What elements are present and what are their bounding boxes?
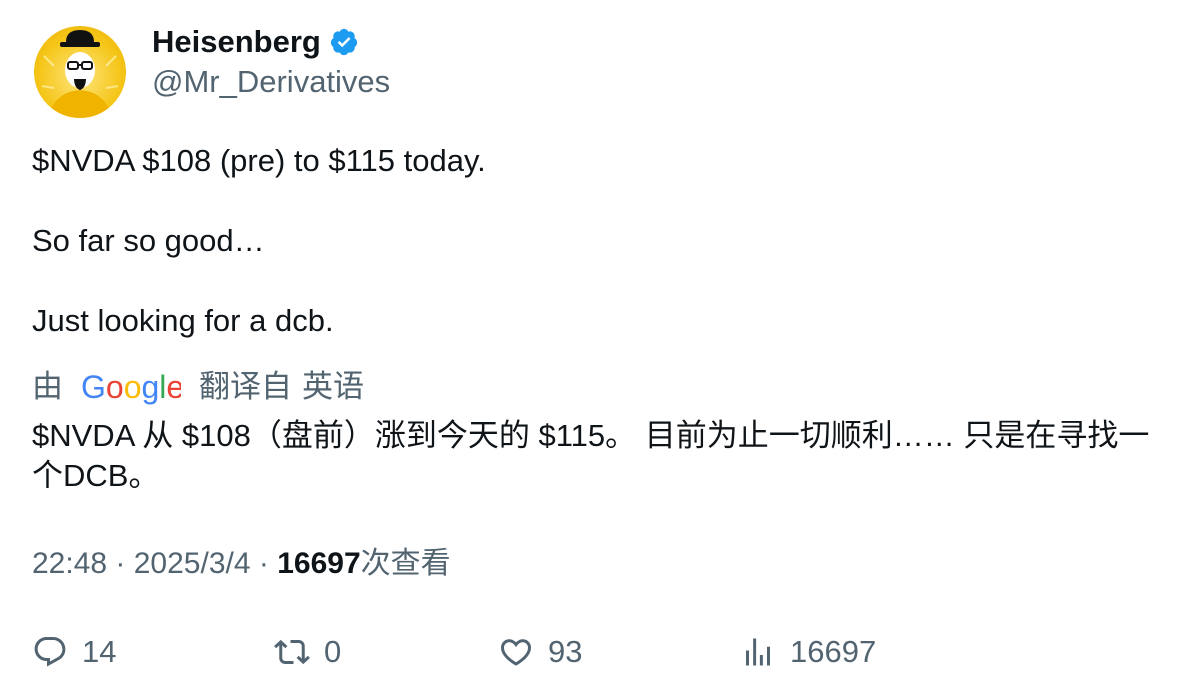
reply-button[interactable]: 14 xyxy=(32,630,116,674)
tweet-time[interactable]: 22:48 xyxy=(32,547,107,580)
tweet-text-line: Just looking for a dcb. xyxy=(32,303,334,338)
tweet-text-line: So far so good… xyxy=(32,223,265,258)
translation-source-language: 英语 xyxy=(302,369,364,404)
meta-separator: · xyxy=(250,547,278,580)
avatar[interactable] xyxy=(34,26,126,118)
tweet-date[interactable]: 2025/3/4 xyxy=(134,547,251,580)
translation-suffix: 翻译自 xyxy=(199,369,292,404)
translation-attribution: 由 Google 翻译自 英语 xyxy=(32,368,364,406)
tweet-meta: 22:48 · 2025/3/4 · 16697次查看 xyxy=(32,546,451,582)
author-name-row[interactable]: Heisenberg xyxy=(152,24,359,60)
google-logo-icon: Google xyxy=(81,368,181,406)
tweet-card: Heisenberg @Mr_Derivatives $NVDA $108 (p… xyxy=(0,0,1196,698)
reply-icon xyxy=(32,634,68,670)
google-logo-text: Google xyxy=(81,369,181,405)
retweet-icon xyxy=(274,634,310,670)
author-handle[interactable]: @Mr_Derivatives xyxy=(152,64,390,100)
verified-badge-icon xyxy=(329,27,359,57)
retweet-count: 0 xyxy=(324,634,342,669)
reply-count: 14 xyxy=(82,634,117,669)
views-count: 16697 xyxy=(277,547,361,580)
like-count: 93 xyxy=(548,634,583,669)
meta-separator: · xyxy=(107,547,134,580)
translation-prefix: 由 xyxy=(32,369,63,404)
retweet-button[interactable]: 0 xyxy=(274,630,341,674)
author-display-name[interactable]: Heisenberg xyxy=(152,24,321,60)
views-button[interactable]: 16697 xyxy=(740,630,876,674)
heart-icon xyxy=(498,634,534,670)
views-action-count: 16697 xyxy=(790,634,877,669)
like-button[interactable]: 93 xyxy=(498,630,582,674)
action-bar: 14 0 93 16697 xyxy=(0,630,1196,674)
bar-chart-icon xyxy=(740,634,776,670)
tweet-text-line: $NVDA $108 (pre) to $115 today. xyxy=(32,143,486,178)
translated-text: $NVDA 从 $108（盘前）涨到今天的 $115。 目前为止一切顺利…… 只… xyxy=(32,418,1150,493)
avatar-heisenberg-icon xyxy=(41,30,119,118)
views-label: 次查看 xyxy=(360,547,451,580)
